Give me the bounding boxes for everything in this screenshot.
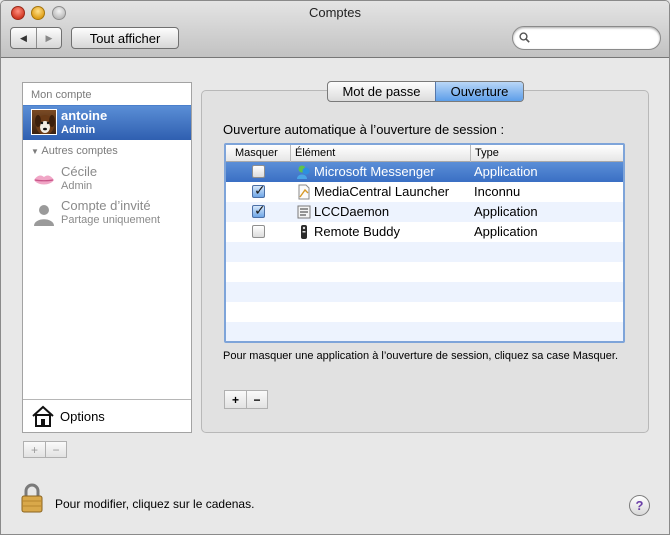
house-icon	[32, 405, 54, 427]
item-type: Application	[474, 164, 538, 179]
account-role: Partage uniquement	[61, 214, 161, 226]
account-item-guest[interactable]: Compte d’invité Partage uniquement	[23, 196, 191, 231]
account-item-antoine[interactable]: antoine Admin	[23, 105, 191, 140]
login-items-label: Ouverture automatique à l’ouverture de s…	[223, 122, 505, 137]
table-row[interactable]: Remote Buddy Application	[226, 222, 623, 242]
remove-login-item-button[interactable]: −	[246, 391, 267, 408]
accounts-list: Mon compte antoine Admin ▼ Autres compte…	[22, 82, 192, 433]
empty-row	[226, 322, 623, 341]
check-mark-icon: ✓	[254, 182, 266, 198]
add-login-item-button[interactable]: +	[225, 391, 246, 408]
remote-buddy-icon	[301, 225, 307, 239]
remove-account-button[interactable]: −	[45, 442, 66, 457]
login-items-add-remove-control: + −	[224, 390, 268, 409]
column-hide[interactable]: Masquer	[235, 147, 278, 159]
back-forward-control: ◀ ▶	[10, 27, 62, 49]
search-icon	[519, 32, 530, 43]
empty-row	[226, 262, 623, 282]
column-type[interactable]: Type	[475, 147, 499, 159]
check-mark-icon: ✓	[254, 202, 266, 218]
item-type: Application	[474, 204, 538, 219]
hide-checkbox[interactable]: ✓	[252, 202, 266, 218]
disclosure-triangle-icon: ▼	[31, 147, 39, 156]
account-name: Cécile	[61, 164, 98, 179]
table-row[interactable]: Microsoft Messenger Application	[226, 162, 623, 182]
lips-icon	[34, 175, 54, 185]
hide-hint-text: Pour masquer une application à l’ouvertu…	[223, 350, 619, 362]
other-accounts-header[interactable]: ▼ Autres comptes	[31, 145, 118, 157]
lock-icon[interactable]	[21, 483, 43, 513]
document-icon	[298, 184, 310, 200]
hide-checkbox[interactable]	[252, 225, 265, 238]
back-button[interactable]: ◀	[11, 28, 36, 48]
table-header: Masquer Élément Type	[226, 145, 623, 162]
tab-bar: Mot de passe Ouverture	[327, 81, 524, 102]
account-role: Admin	[61, 180, 93, 192]
account-name: antoine	[61, 108, 108, 123]
my-account-header: Mon compte	[31, 89, 92, 101]
avatar	[31, 109, 57, 135]
table-row[interactable]: ✓ MediaCentral Launcher Inconnu	[226, 182, 623, 202]
accounts-preferences-window: Comptes ◀ ▶ Tout afficher Mon compte ant…	[0, 0, 670, 535]
add-account-button[interactable]: +	[24, 442, 45, 457]
daemon-icon	[297, 205, 311, 219]
window-title: Comptes	[308, 5, 362, 20]
item-type: Inconnu	[474, 184, 521, 199]
item-name: MediaCentral Launcher	[314, 184, 450, 199]
help-button[interactable]: ?	[629, 495, 650, 516]
show-all-button[interactable]: Tout afficher	[71, 27, 179, 49]
tab-password[interactable]: Mot de passe	[328, 82, 435, 101]
options-label: Options	[60, 409, 105, 424]
empty-row	[226, 302, 623, 322]
account-name: Compte d’invité	[61, 198, 151, 213]
user-silhouette-icon	[34, 205, 54, 226]
hide-checkbox[interactable]	[252, 165, 265, 178]
empty-row	[226, 242, 623, 262]
search-input[interactable]	[535, 30, 653, 46]
hide-checkbox[interactable]: ✓	[252, 182, 266, 198]
tab-login-items[interactable]: Ouverture	[435, 82, 523, 101]
account-item-cecile[interactable]: Cécile Admin	[23, 162, 191, 197]
account-add-remove-control: + −	[23, 441, 67, 458]
item-name: Remote Buddy	[314, 224, 400, 239]
login-items-table: Masquer Élément Type Microsoft Messenger…	[224, 143, 625, 343]
messenger-icon	[297, 165, 310, 179]
table-rows: Microsoft Messenger Application ✓ MediaC…	[226, 162, 623, 341]
login-options-item[interactable]: Options	[23, 400, 191, 433]
empty-row	[226, 282, 623, 302]
column-item[interactable]: Élément	[295, 147, 335, 159]
forward-button[interactable]: ▶	[36, 28, 61, 48]
lock-instruction-text: Pour modifier, cliquez sur le cadenas.	[55, 497, 255, 511]
account-role: Admin	[61, 124, 96, 136]
title-toolbar: Comptes ◀ ▶ Tout afficher	[1, 1, 669, 58]
item-name: LCCDaemon	[314, 204, 390, 219]
search-field[interactable]	[512, 26, 661, 50]
item-type: Application	[474, 224, 538, 239]
item-name: Microsoft Messenger	[314, 164, 435, 179]
table-row[interactable]: ✓ LCCDaemon Application	[226, 202, 623, 222]
